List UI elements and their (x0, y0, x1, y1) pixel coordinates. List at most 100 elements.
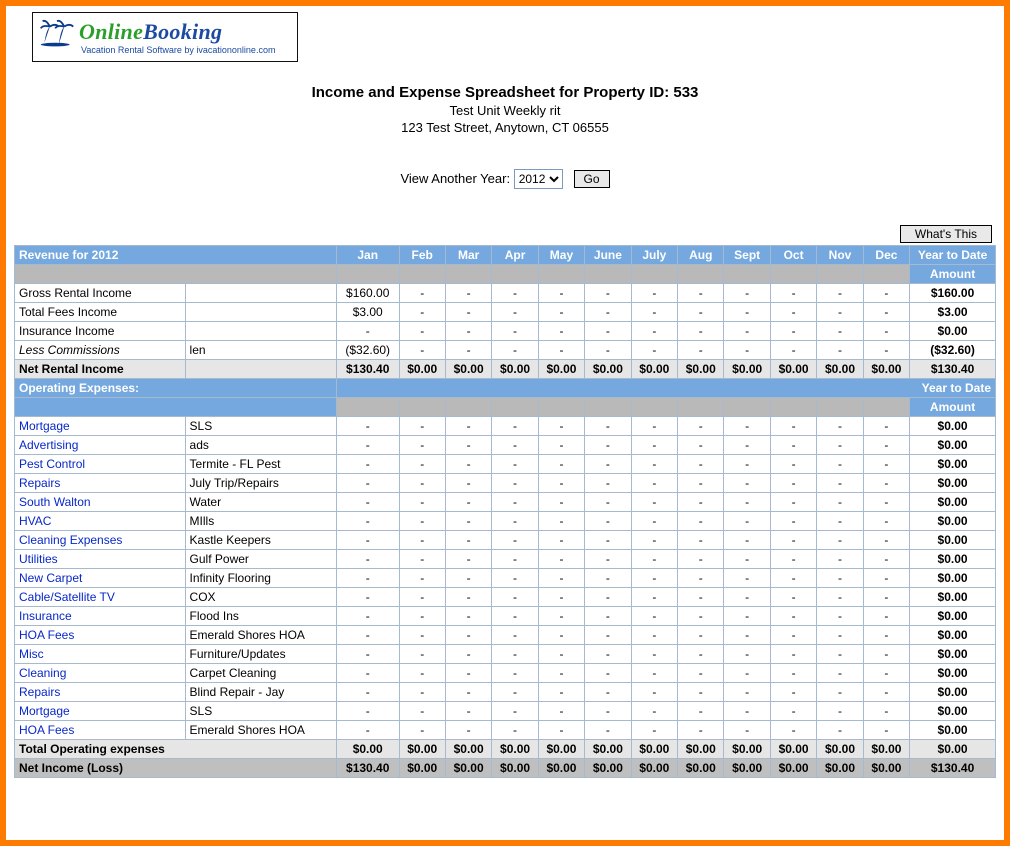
cell: - (399, 284, 445, 303)
row-vendor: Flood Ins (185, 607, 336, 626)
month-header: June (585, 246, 631, 265)
cell: - (817, 303, 863, 322)
expense-link[interactable]: HVAC (15, 512, 186, 531)
spreadsheet-table: Revenue for 2012JanFebMarAprMayJuneJulyA… (14, 245, 996, 778)
expense-link[interactable]: Pest Control (15, 455, 186, 474)
row-vendor: Termite - FL Pest (185, 455, 336, 474)
row-vendor: Gulf Power (185, 550, 336, 569)
cell: - (585, 341, 631, 360)
cell: - (863, 303, 909, 322)
cell: - (724, 322, 770, 341)
cell: - (585, 303, 631, 322)
cell: - (817, 322, 863, 341)
cell: - (585, 322, 631, 341)
amount-header: Amount (910, 265, 996, 284)
unit-name: Test Unit Weekly rit (14, 103, 996, 118)
table-row: HVACMIlls------------$0.00 (15, 512, 996, 531)
page-title: Income and Expense Spreadsheet for Prope… (14, 84, 996, 101)
table-row: MortgageSLS------------$0.00 (15, 702, 996, 721)
table-row: Total Fees Income$3.00-----------$3.00 (15, 303, 996, 322)
ytd-cell: ($32.60) (910, 341, 996, 360)
cell: - (863, 284, 909, 303)
table-row: Advertisingads------------$0.00 (15, 436, 996, 455)
cell: - (770, 322, 816, 341)
expense-link[interactable]: Advertising (15, 436, 186, 455)
address: 123 Test Street, Anytown, CT 06555 (14, 120, 996, 135)
cell: - (538, 341, 584, 360)
row-vendor (185, 322, 336, 341)
whats-this-button[interactable]: What's This (900, 225, 992, 243)
cell: - (445, 322, 491, 341)
row-label: Gross Rental Income (15, 284, 186, 303)
row-vendor: SLS (185, 702, 336, 721)
cell: - (631, 322, 677, 341)
row-vendor: COX (185, 588, 336, 607)
cell: - (724, 341, 770, 360)
total-operating-row: Total Operating expenses$0.00$0.00$0.00$… (15, 740, 996, 759)
month-header: Nov (817, 246, 863, 265)
cell: - (724, 284, 770, 303)
row-vendor: Kastle Keepers (185, 531, 336, 550)
cell: - (770, 341, 816, 360)
cell: - (492, 322, 538, 341)
expense-link[interactable]: Insurance (15, 607, 186, 626)
table-row: Less Commissionslen($32.60)-----------($… (15, 341, 996, 360)
ytd-header: Year to Date (910, 246, 996, 265)
row-vendor: len (185, 341, 336, 360)
month-header: Sept (724, 246, 770, 265)
expense-link[interactable]: New Carpet (15, 569, 186, 588)
cell: $160.00 (336, 284, 399, 303)
revenue-header: Revenue for 2012 (15, 246, 337, 265)
expense-link[interactable]: Repairs (15, 683, 186, 702)
row-vendor: Emerald Shores HOA (185, 721, 336, 740)
month-header: Aug (678, 246, 724, 265)
expense-link[interactable]: HOA Fees (15, 721, 186, 740)
cell: - (863, 322, 909, 341)
cell: - (770, 284, 816, 303)
cell: - (492, 303, 538, 322)
row-vendor: July Trip/Repairs (185, 474, 336, 493)
cell: - (678, 322, 724, 341)
cell: - (445, 303, 491, 322)
cell: - (538, 303, 584, 322)
expense-link[interactable]: HOA Fees (15, 626, 186, 645)
expense-link[interactable]: Cleaning Expenses (15, 531, 186, 550)
cell: $3.00 (336, 303, 399, 322)
cell: - (399, 341, 445, 360)
expense-link[interactable]: Mortgage (15, 702, 186, 721)
cell: - (770, 303, 816, 322)
cell: - (336, 322, 399, 341)
month-header: Mar (445, 246, 491, 265)
cell: - (678, 341, 724, 360)
row-vendor: Carpet Cleaning (185, 664, 336, 683)
table-row: Insurance Income------------$0.00 (15, 322, 996, 341)
row-vendor: ads (185, 436, 336, 455)
month-header: Apr (492, 246, 538, 265)
cell: - (399, 303, 445, 322)
table-row: RepairsBlind Repair - Jay------------$0.… (15, 683, 996, 702)
logo: OnlineBooking Vacation Rental Software b… (32, 12, 298, 62)
expense-link[interactable]: Cleaning (15, 664, 186, 683)
ytd-cell: $160.00 (910, 284, 996, 303)
cell: - (678, 284, 724, 303)
view-year-label: View Another Year: (400, 171, 510, 186)
month-header: Feb (399, 246, 445, 265)
expense-link[interactable]: Utilities (15, 550, 186, 569)
cell: - (585, 284, 631, 303)
palm-tree-icon (39, 17, 75, 47)
year-select[interactable]: 2012 (514, 169, 563, 189)
row-vendor: MIlls (185, 512, 336, 531)
table-row: UtilitiesGulf Power------------$0.00 (15, 550, 996, 569)
go-button[interactable]: Go (574, 170, 610, 188)
brand-word-1: Online (79, 19, 143, 44)
expense-link[interactable]: South Walton (15, 493, 186, 512)
table-row: CleaningCarpet Cleaning------------$0.00 (15, 664, 996, 683)
row-vendor (185, 303, 336, 322)
expense-link[interactable]: Mortgage (15, 417, 186, 436)
ytd-cell: $0.00 (910, 322, 996, 341)
expense-link[interactable]: Repairs (15, 474, 186, 493)
expense-link[interactable]: Misc (15, 645, 186, 664)
expense-link[interactable]: Cable/Satellite TV (15, 588, 186, 607)
row-vendor (185, 284, 336, 303)
row-label: Less Commissions (15, 341, 186, 360)
